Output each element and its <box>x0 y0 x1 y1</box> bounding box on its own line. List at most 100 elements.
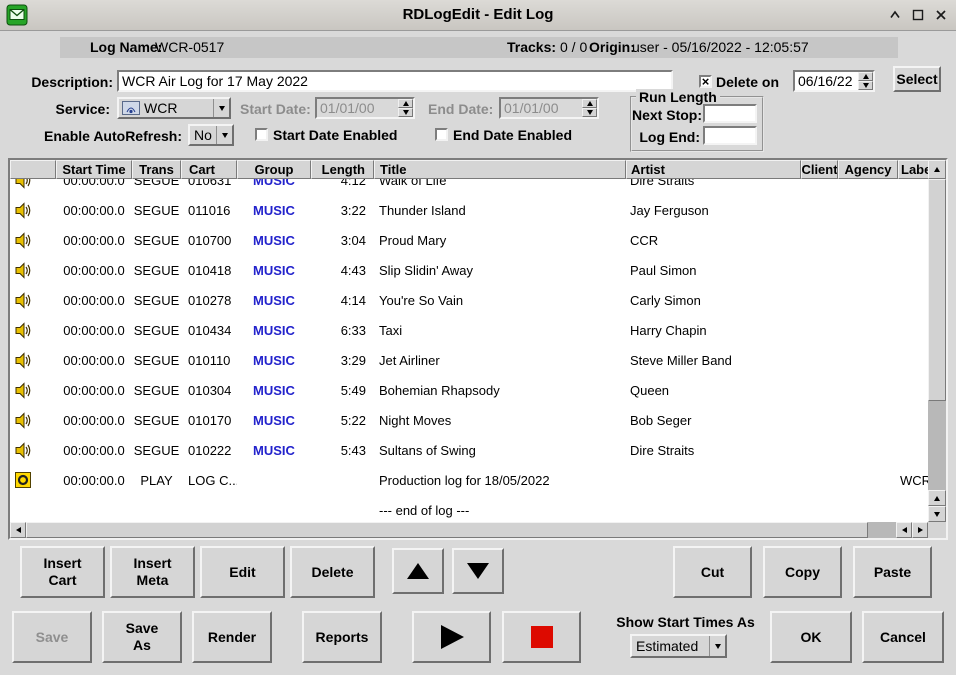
vertical-scroll-thumb[interactable] <box>928 179 946 401</box>
cut-button[interactable]: Cut <box>673 546 752 598</box>
start-date-enabled-checkbox[interactable] <box>255 128 268 141</box>
insert-meta-button[interactable]: Insert Meta <box>110 546 195 598</box>
column-header-client[interactable]: Client <box>801 160 838 179</box>
cell-title: Thunder Island <box>374 195 626 225</box>
vertical-scroll-track[interactable] <box>928 401 946 490</box>
horizontal-scroll-thumb[interactable] <box>26 522 868 538</box>
table-row[interactable]: 00:00:00.0SEGUE011016MUSIC3:22Thunder Is… <box>10 195 928 225</box>
render-button[interactable]: Render <box>192 611 272 663</box>
end-date-enabled-label: End Date Enabled <box>453 127 572 143</box>
column-header-length[interactable]: Length <box>311 160 374 179</box>
cell-agency <box>838 465 898 495</box>
maximize-window-icon[interactable] <box>908 5 928 25</box>
next-stop-input[interactable] <box>703 104 757 123</box>
table-row[interactable]: 00:00:00.0SEGUE010700MUSIC3:04Proud Mary… <box>10 225 928 255</box>
move-up-button[interactable] <box>392 548 444 594</box>
delete-on-checkbox[interactable] <box>699 75 712 88</box>
shade-window-icon[interactable] <box>885 5 905 25</box>
date-spin-up-button[interactable] <box>858 72 873 81</box>
column-header-label[interactable]: Label <box>898 160 928 179</box>
table-row[interactable]: 00:00:00.0SEGUE010418MUSIC4:43Slip Slidi… <box>10 255 928 285</box>
start-date-spin-down-button[interactable] <box>398 108 413 117</box>
column-header-trans[interactable]: Trans <box>132 160 181 179</box>
show-start-times-dropdown[interactable]: Estimated <box>630 634 727 658</box>
table-row[interactable]: 00:00:00.0SEGUE010304MUSIC5:49Bohemian R… <box>10 375 928 405</box>
horizontal-scrollbar[interactable] <box>10 522 928 538</box>
edit-button[interactable]: Edit <box>200 546 285 598</box>
reports-button[interactable]: Reports <box>302 611 382 663</box>
cell-client <box>801 179 838 195</box>
table-row[interactable]: 00:00:00.0SEGUE010631MUSIC4:12Walk of Li… <box>10 179 928 195</box>
arrow-up-icon <box>934 167 940 172</box>
table-row[interactable]: 00:00:00.0SEGUE010110MUSIC3:29Jet Airlin… <box>10 345 928 375</box>
close-window-icon[interactable] <box>931 5 951 25</box>
log-table: Start TimeTransCartGroupLengthTitleArtis… <box>8 158 948 540</box>
stop-button[interactable] <box>502 611 581 663</box>
delete-button[interactable]: Delete <box>290 546 375 598</box>
arrow-right-icon <box>918 527 923 533</box>
paste-button[interactable]: Paste <box>853 546 932 598</box>
end-date-enabled-checkbox[interactable] <box>435 128 448 141</box>
scroll-left-button-right[interactable] <box>896 522 912 538</box>
table-row[interactable]: 00:00:00.0PLAYLOG C...Production log for… <box>10 465 928 495</box>
column-header-start-time[interactable]: Start Time <box>56 160 132 179</box>
column-header-group[interactable]: Group <box>237 160 311 179</box>
autorefresh-dropdown[interactable]: No <box>188 124 234 146</box>
save-as-button[interactable]: Save As <box>102 611 182 663</box>
insert-cart-button[interactable]: Insert Cart <box>20 546 105 598</box>
end-date-spin-up-button[interactable] <box>582 99 597 108</box>
date-spin-down-button[interactable] <box>858 81 873 90</box>
column-header-title[interactable]: Title <box>374 160 626 179</box>
cell-length: 3:22 <box>311 195 374 225</box>
column-header-agency[interactable]: Agency <box>838 160 898 179</box>
table-row[interactable]: --- end of log --- <box>10 495 928 522</box>
column-header-icon[interactable] <box>10 160 56 179</box>
cell-start: 00:00:00.0 <box>56 375 132 405</box>
cell-length: 4:43 <box>311 255 374 285</box>
cell-cart <box>181 495 237 522</box>
table-row[interactable]: 00:00:00.0SEGUE010434MUSIC6:33TaxiHarry … <box>10 315 928 345</box>
ok-button[interactable]: OK <box>770 611 852 663</box>
cell-artist: Jay Ferguson <box>626 195 801 225</box>
cell-trans: SEGUE <box>132 179 181 195</box>
horizontal-scroll-track[interactable] <box>868 522 896 538</box>
cell-label <box>898 435 928 465</box>
table-row[interactable]: 00:00:00.0SEGUE010278MUSIC4:14You're So … <box>10 285 928 315</box>
cell-length: 3:04 <box>311 225 374 255</box>
scroll-up-button-bottom[interactable] <box>928 490 946 506</box>
table-row[interactable]: 00:00:00.0SEGUE010222MUSIC5:43Sultans of… <box>10 435 928 465</box>
service-dropdown[interactable]: WCR <box>117 97 231 119</box>
scroll-left-button[interactable] <box>10 522 26 538</box>
cell-length: 6:33 <box>311 315 374 345</box>
cell-trans: PLAY <box>132 465 181 495</box>
delete-on-date-input[interactable] <box>795 72 858 90</box>
log-end-input[interactable] <box>703 126 757 145</box>
move-down-button[interactable] <box>452 548 504 594</box>
scroll-down-button[interactable] <box>928 506 946 522</box>
play-button[interactable] <box>412 611 491 663</box>
cell-cart: 010304 <box>181 375 237 405</box>
table-row[interactable]: 00:00:00.0SEGUE010170MUSIC5:22Night Move… <box>10 405 928 435</box>
cell-length: 4:12 <box>311 179 374 195</box>
column-header-cart[interactable]: Cart <box>181 160 237 179</box>
scroll-up-button[interactable] <box>928 160 946 179</box>
start-date-spin-up-button[interactable] <box>398 99 413 108</box>
cell-client <box>801 345 838 375</box>
cell-group: MUSIC <box>237 435 311 465</box>
vertical-scrollbar[interactable] <box>928 160 946 522</box>
speaker-icon <box>10 435 56 465</box>
copy-button[interactable]: Copy <box>763 546 842 598</box>
cell-agency <box>838 495 898 522</box>
cancel-button[interactable]: Cancel <box>862 611 944 663</box>
description-input[interactable] <box>117 70 673 92</box>
description-label: Description: <box>18 74 113 90</box>
tracks-value: 0 / 0 <box>560 37 587 58</box>
start-date-enabled-label: Start Date Enabled <box>273 127 397 143</box>
scroll-right-button[interactable] <box>912 522 928 538</box>
cell-label <box>898 225 928 255</box>
select-button[interactable]: Select <box>893 66 941 92</box>
end-date-spin-down-button[interactable] <box>582 108 597 117</box>
cell-group: MUSIC <box>237 225 311 255</box>
column-header-artist[interactable]: Artist <box>626 160 801 179</box>
cell-agency <box>838 345 898 375</box>
